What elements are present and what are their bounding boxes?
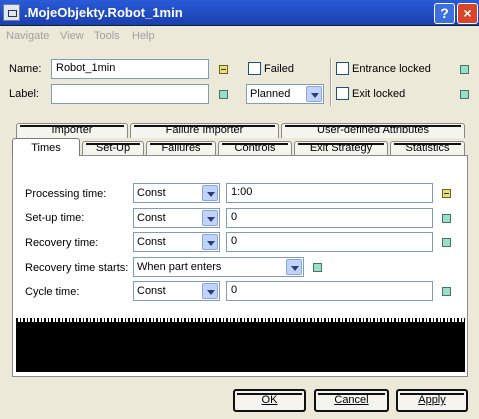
recovery-time-label: Recovery time:	[25, 237, 99, 249]
recovery-time-starts-value: When part enters	[137, 261, 222, 273]
tab-user-defined-attributes[interactable]: User-defined Attributes	[281, 123, 465, 138]
exit-locked-checkbox[interactable]	[336, 87, 349, 100]
recovery-time-starts-select[interactable]: When part enters	[133, 257, 304, 277]
chevron-down-icon[interactable]	[306, 86, 322, 102]
menu-tools[interactable]: Tools	[94, 30, 120, 42]
ok-button[interactable]: OK	[233, 389, 306, 412]
window-title: .MojeObjekty.Robot_1min	[24, 5, 183, 20]
menu-bar: Navigate View Tools Help	[0, 27, 479, 45]
failed-label: Failed	[264, 63, 294, 75]
recovery-time-starts-label: Recovery time starts:	[25, 262, 129, 274]
recovery-time-starts-inherit-marker[interactable]	[313, 263, 322, 272]
header-divider	[330, 58, 332, 106]
set-up-time-dist-value: Const	[137, 212, 166, 224]
cycle-time-value: 0	[231, 284, 238, 296]
cycle-time-dist-select[interactable]: Const	[133, 281, 220, 301]
processing-time-changed-marker[interactable]	[442, 189, 451, 198]
chevron-down-icon[interactable]	[202, 283, 218, 299]
apply-button-label: Apply	[418, 394, 446, 406]
name-field[interactable]: Robot_1min	[51, 59, 209, 79]
processing-time-field[interactable]: 1:00	[226, 183, 433, 203]
chevron-down-icon[interactable]	[202, 185, 218, 201]
status-select[interactable]: Planned	[246, 84, 324, 104]
chevron-down-icon[interactable]	[202, 234, 218, 250]
processing-time-dist-select[interactable]: Const	[133, 183, 220, 203]
processing-time-dist-value: Const	[137, 187, 166, 199]
recovery-time-dist-select[interactable]: Const	[133, 232, 220, 252]
apply-button[interactable]: Apply	[396, 389, 468, 412]
cancel-button[interactable]: Cancel	[314, 389, 389, 412]
cancel-button-label: Cancel	[334, 394, 369, 406]
tab-times[interactable]: Times	[12, 138, 80, 156]
menu-help[interactable]: Help	[132, 30, 155, 42]
ok-button-label: OK	[261, 394, 278, 406]
tab-failure-importer[interactable]: Failure Importer	[130, 123, 279, 138]
status-select-value: Planned	[250, 88, 291, 100]
tab-controls[interactable]: Controls	[218, 141, 292, 156]
tab-times-label: Times	[31, 142, 61, 154]
set-up-time-label: Set-up time:	[25, 212, 85, 224]
set-up-time-inherit-marker[interactable]	[442, 214, 451, 223]
entrance-locked-inherit-marker[interactable]	[460, 65, 469, 74]
menu-navigate[interactable]: Navigate	[6, 30, 49, 42]
label-label: Label:	[9, 88, 39, 100]
processing-time-label: Processing time:	[25, 188, 107, 200]
tab-importer[interactable]: Importer	[16, 123, 128, 138]
cycle-time-label: Cycle time:	[25, 286, 80, 298]
window-app-icon[interactable]	[3, 4, 20, 21]
render-artifact-block	[16, 322, 465, 372]
label-inherit-marker[interactable]	[219, 90, 228, 99]
name-field-value: Robot_1min	[56, 62, 116, 74]
processing-time-value: 1:00	[231, 186, 253, 198]
set-up-time-field[interactable]: 0	[226, 208, 433, 228]
cycle-time-field[interactable]: 0	[226, 281, 433, 301]
set-up-time-dist-select[interactable]: Const	[133, 208, 220, 228]
cycle-time-dist-value: Const	[137, 285, 166, 297]
tab-statistics[interactable]: Statistics	[390, 141, 465, 156]
recovery-time-inherit-marker[interactable]	[442, 238, 451, 247]
exit-locked-label: Exit locked	[352, 88, 406, 100]
cycle-time-inherit-marker[interactable]	[442, 287, 451, 296]
title-bar[interactable]: .MojeObjekty.Robot_1min ? ×	[0, 0, 479, 26]
failed-checkbox[interactable]	[248, 62, 261, 75]
tab-set-up[interactable]: Set-Up	[82, 141, 144, 156]
recovery-time-value: 0	[231, 235, 238, 247]
recovery-time-field[interactable]: 0	[226, 232, 433, 252]
entrance-locked-label: Entrance locked	[352, 63, 431, 75]
tab-failures[interactable]: Failures	[146, 141, 216, 156]
help-button[interactable]: ?	[434, 3, 455, 24]
exit-locked-inherit-marker[interactable]	[460, 90, 469, 99]
chevron-down-icon[interactable]	[202, 210, 218, 226]
name-label: Name:	[9, 63, 42, 75]
recovery-time-dist-value: Const	[137, 236, 166, 248]
menu-view[interactable]: View	[60, 30, 84, 42]
entrance-locked-checkbox[interactable]	[336, 62, 349, 75]
close-button[interactable]: ×	[457, 3, 478, 24]
set-up-time-value: 0	[231, 211, 238, 223]
tab-exit-strategy[interactable]: Exit Strategy	[294, 141, 388, 156]
name-changed-marker[interactable]	[219, 65, 228, 74]
label-field[interactable]	[51, 84, 209, 104]
chevron-down-icon[interactable]	[286, 259, 302, 275]
